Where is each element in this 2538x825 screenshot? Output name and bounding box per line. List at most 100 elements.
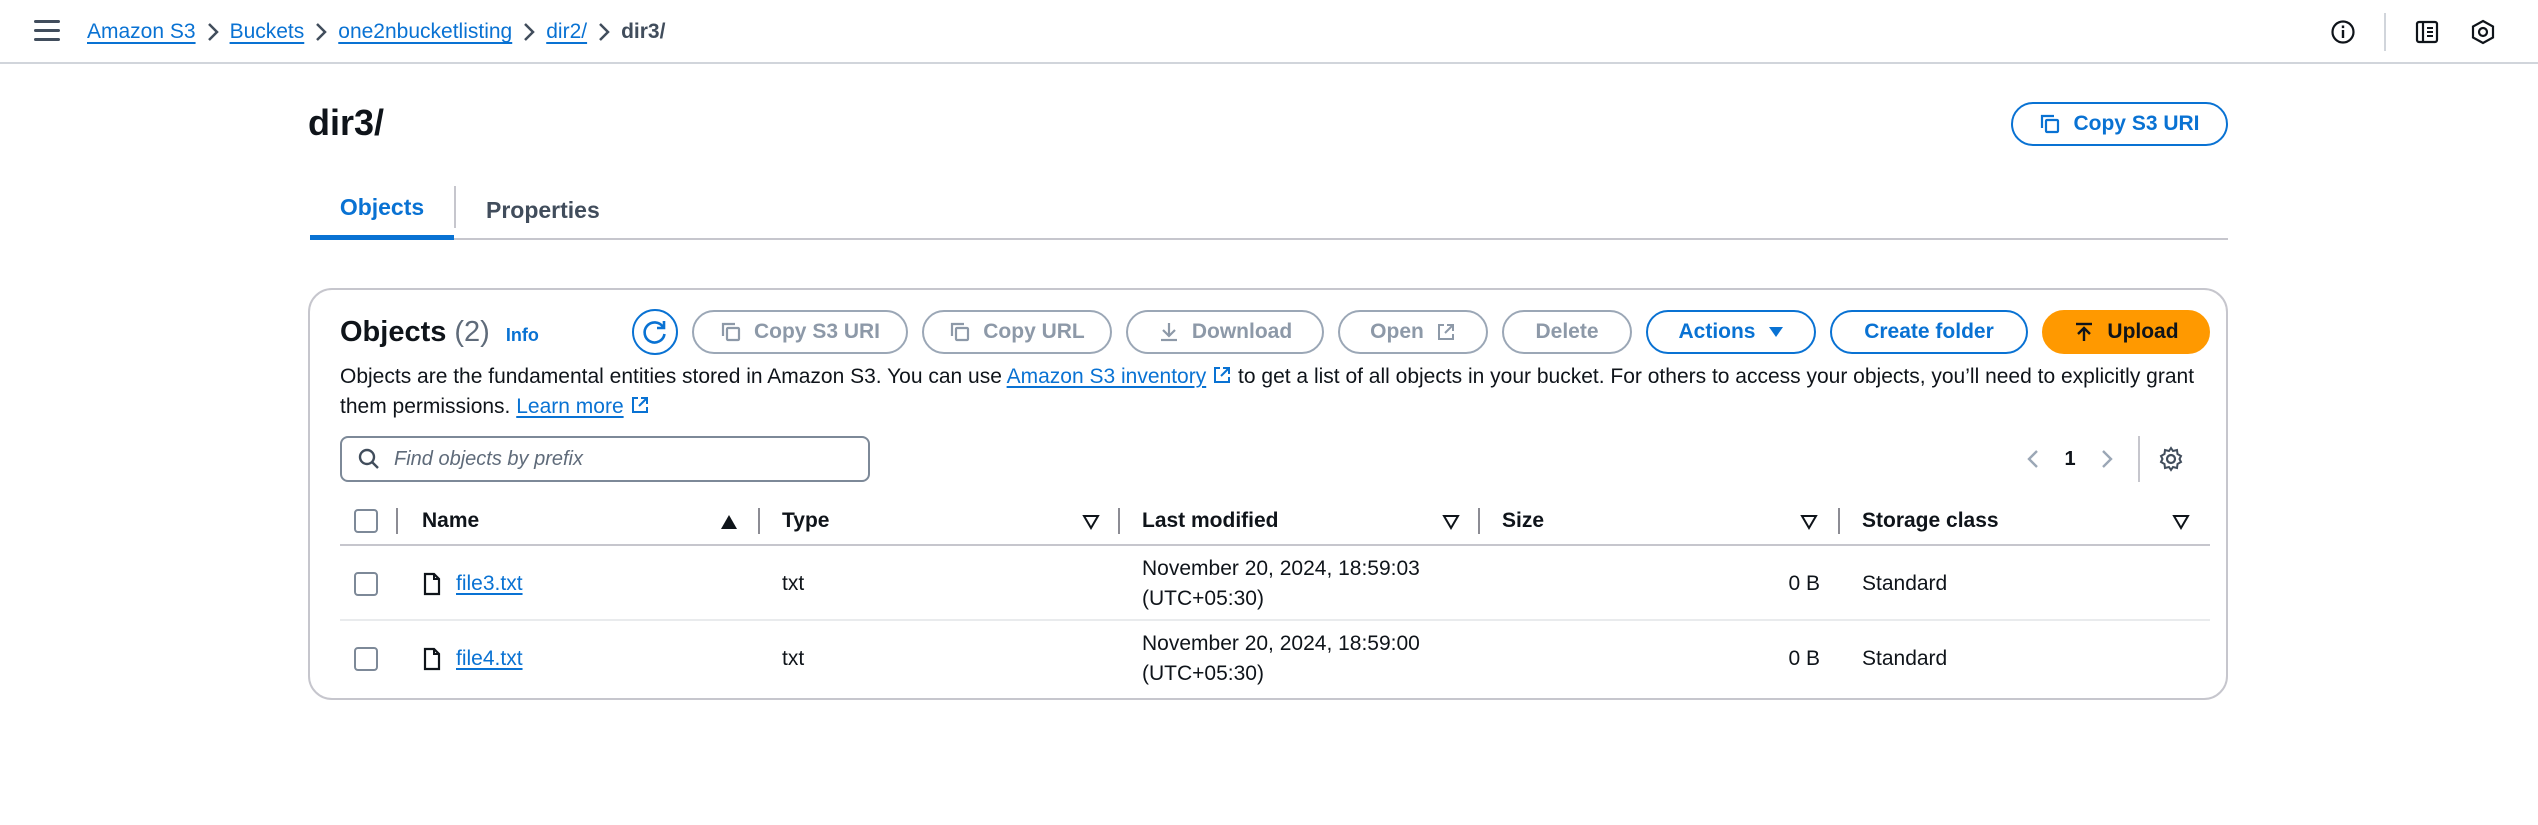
storage-class-cell: Standard	[1862, 646, 1948, 670]
row-select-cell	[354, 546, 378, 621]
objects-panel: Objects (2) Info Copy S3 URI Copy URL Do…	[308, 288, 2228, 700]
copy-s3-uri-toolbar-label: Copy S3 URI	[753, 320, 881, 343]
angle-right-icon[interactable]	[2090, 442, 2124, 476]
breadcrumb-buckets[interactable]: Buckets	[230, 20, 305, 44]
column-header-name[interactable]: Name	[422, 496, 479, 546]
delete-button[interactable]: Delete	[1502, 310, 1632, 354]
row-select-cell	[354, 621, 378, 696]
tab-properties[interactable]: Properties	[486, 180, 600, 240]
refresh-icon	[643, 321, 666, 344]
copy-url-label: Copy URL	[983, 320, 1085, 343]
last-modified-cell: November 20, 2024, 18:59:00 (UTC+05:30)	[1142, 621, 1420, 696]
breadcrumb-amazon-s3[interactable]: Amazon S3	[87, 20, 196, 44]
column-header-size[interactable]: Size	[1502, 496, 1544, 546]
info-circle-icon[interactable]	[2328, 17, 2358, 47]
actions-dropdown-button[interactable]: Actions	[1646, 310, 1816, 354]
tab-divider	[454, 186, 456, 228]
menu-icon[interactable]	[34, 20, 60, 44]
copy-s3-uri-toolbar-button[interactable]: Copy S3 URI	[692, 310, 908, 354]
open-label: Open	[1370, 320, 1424, 343]
last-modified-date: November 20, 2024, 18:59:03	[1142, 556, 1420, 580]
top-navigation: Amazon S3 Buckets one2nbucketlisting dir…	[0, 0, 2538, 64]
objects-toolbar: Copy S3 URI Copy URL Download Open Delet…	[632, 308, 2210, 356]
angle-left-icon[interactable]	[2016, 442, 2050, 476]
objects-description: Objects are the fundamental entities sto…	[340, 362, 2210, 422]
external-link-icon	[1437, 324, 1454, 340]
last-modified-cell: November 20, 2024, 18:59:03 (UTC+05:30)	[1142, 546, 1420, 621]
actions-label: Actions	[1678, 320, 1756, 343]
tab-bar: Objects Properties	[310, 180, 2228, 240]
last-modified-timezone: (UTC+05:30)	[1142, 661, 1264, 685]
name-cell: file3.txt	[422, 546, 523, 621]
settings-hexagon-icon[interactable]	[2468, 17, 2498, 47]
breadcrumb-dir2[interactable]: dir2/	[546, 20, 587, 44]
sort-icon[interactable]	[1442, 514, 1460, 530]
row-checkbox[interactable]	[354, 571, 378, 596]
caret-down-icon	[1768, 327, 1783, 337]
select-all-cell	[354, 496, 378, 546]
copy-s3-uri-button[interactable]: Copy S3 URI	[2011, 102, 2228, 146]
download-button[interactable]: Download	[1126, 310, 1324, 354]
file-icon	[422, 647, 442, 671]
download-icon	[1160, 323, 1177, 342]
upload-button[interactable]: Upload	[2042, 310, 2210, 354]
column-header-storage-class[interactable]: Storage class	[1862, 496, 1999, 546]
copy-s3-uri-label: Copy S3 URI	[2073, 112, 2200, 135]
copy-icon	[951, 322, 970, 342]
size-cell: 0 B	[1788, 571, 1820, 595]
search-field	[340, 436, 870, 482]
file-name-link[interactable]: file4.txt	[456, 647, 523, 671]
pagination: 1	[2016, 436, 2188, 482]
chevron-right-icon	[587, 22, 621, 42]
file-icon	[422, 572, 442, 596]
top-divider	[2384, 13, 2386, 51]
column-separator	[1478, 508, 1480, 534]
sort-icon[interactable]	[2172, 514, 2190, 530]
breadcrumb: Amazon S3 Buckets one2nbucketlisting dir…	[87, 0, 665, 64]
name-cell: file4.txt	[422, 621, 523, 696]
last-modified-date: November 20, 2024, 18:59:00	[1142, 631, 1420, 655]
objects-title: Objects	[340, 316, 447, 348]
file-name-link[interactable]: file3.txt	[456, 572, 523, 596]
sort-icon[interactable]	[1082, 514, 1100, 530]
external-link-icon	[631, 397, 648, 413]
refresh-button[interactable]	[632, 309, 678, 355]
search-icon	[358, 448, 379, 469]
chevron-right-icon	[196, 22, 230, 42]
create-folder-label: Create folder	[1864, 320, 1994, 343]
create-folder-button[interactable]: Create folder	[1830, 310, 2028, 354]
top-utility-icons	[2302, 0, 2498, 64]
search-input[interactable]	[394, 447, 834, 471]
page-number[interactable]: 1	[2050, 448, 2090, 471]
storage-class-cell: Standard	[1862, 571, 1948, 595]
copy-url-button[interactable]: Copy URL	[922, 310, 1112, 354]
download-label: Download	[1191, 320, 1293, 343]
chevron-right-icon	[304, 22, 338, 42]
column-separator	[396, 508, 398, 534]
info-link[interactable]: Info	[506, 325, 539, 346]
column-separator	[758, 508, 760, 534]
sort-icon[interactable]	[1800, 514, 1818, 530]
size-cell: 0 B	[1788, 646, 1820, 670]
gear-icon[interactable]	[2154, 442, 2188, 476]
select-all-checkbox[interactable]	[354, 509, 378, 533]
learn-more-link[interactable]: Learn more	[516, 395, 623, 418]
objects-heading: Objects (2) Info	[340, 316, 539, 349]
open-button[interactable]: Open	[1338, 310, 1488, 354]
notifications-panel-icon[interactable]	[2412, 17, 2442, 47]
objects-table: Name Type Last modified Size Storage cla…	[340, 496, 2210, 696]
breadcrumb-bucket-name[interactable]: one2nbucketlisting	[338, 20, 512, 44]
last-modified-timezone: (UTC+05:30)	[1142, 586, 1264, 610]
tab-objects[interactable]: Objects	[310, 180, 454, 240]
inventory-link[interactable]: Amazon S3 inventory	[1007, 365, 1207, 388]
copy-icon	[2041, 114, 2060, 134]
description-text-1: Objects are the fundamental entities sto…	[340, 365, 1007, 388]
delete-label: Delete	[1535, 320, 1599, 343]
upload-label: Upload	[2107, 320, 2179, 343]
sort-ascending-icon[interactable]	[720, 514, 738, 530]
row-checkbox[interactable]	[354, 646, 378, 671]
table-header: Name Type Last modified Size Storage cla…	[340, 496, 2210, 546]
column-header-last-modified[interactable]: Last modified	[1142, 496, 1279, 546]
column-header-type[interactable]: Type	[782, 496, 829, 546]
column-separator	[1118, 508, 1120, 534]
